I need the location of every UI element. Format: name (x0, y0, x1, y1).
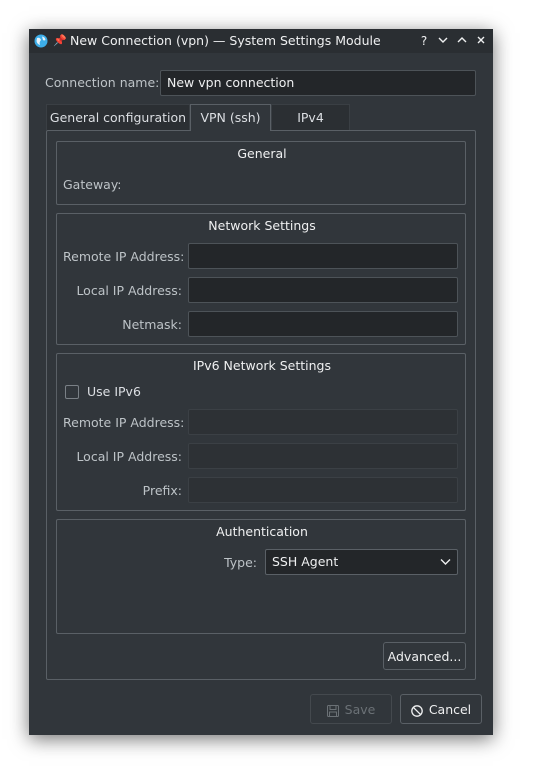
save-icon (326, 704, 339, 717)
advanced-button[interactable]: Advanced... (383, 642, 466, 670)
authentication-group: Authentication Type: SSH Agent (56, 519, 466, 634)
ipv6-prefix-input[interactable] (188, 477, 458, 503)
auth-type-select[interactable]: SSH Agent (265, 549, 458, 575)
ipv6-remote-ip-input[interactable] (188, 409, 458, 435)
close-button[interactable] (473, 33, 489, 49)
help-button[interactable]: ? (416, 33, 432, 49)
chevron-down-icon (438, 37, 448, 43)
general-group-title: General (237, 146, 287, 161)
title-bar[interactable]: 📌 New Connection (vpn) — System Settings… (29, 29, 493, 53)
maximize-button[interactable] (454, 33, 470, 49)
globe-icon (34, 34, 48, 48)
local-ip-input[interactable] (188, 277, 458, 303)
tab-general-configuration[interactable]: General configuration (46, 104, 190, 130)
auth-type-value: SSH Agent (272, 554, 339, 569)
remote-ip-input[interactable] (188, 243, 458, 269)
auth-type-label: Type: (224, 555, 257, 570)
tab-ipv4[interactable]: IPv4 (271, 104, 350, 130)
network-settings-title: Network Settings (208, 218, 316, 233)
ipv6-local-ip-input[interactable] (188, 443, 458, 469)
use-ipv6-label[interactable]: Use IPv6 (87, 384, 141, 399)
cancel-label: Cancel (428, 702, 472, 717)
authentication-title: Authentication (216, 524, 308, 539)
save-button[interactable]: Save (310, 694, 392, 724)
minimize-button[interactable] (435, 33, 451, 49)
ipv6-settings-title: IPv6 Network Settings (193, 358, 331, 373)
close-icon (477, 36, 485, 44)
ipv6-remote-ip-label: Remote IP Address: (63, 415, 185, 430)
ipv6-settings-group: IPv6 Network Settings Use IPv6 Remote IP… (56, 353, 466, 511)
general-group: General Gateway: (56, 141, 466, 205)
save-label: Save (344, 702, 376, 717)
dialog-window: 📌 New Connection (vpn) — System Settings… (29, 29, 493, 735)
local-ip-label: Local IP Address: (76, 283, 182, 298)
gateway-label: Gateway: (63, 177, 122, 192)
netmask-label: Netmask: (122, 317, 182, 332)
chevron-down-icon (440, 559, 451, 565)
use-ipv6-checkbox[interactable] (65, 385, 79, 399)
cancel-button[interactable]: Cancel (400, 694, 482, 724)
tab-vpn-ssh[interactable]: VPN (ssh) (190, 104, 271, 131)
ipv6-local-ip-label: Local IP Address: (76, 449, 182, 464)
window-title: New Connection (vpn) — System Settings M… (70, 33, 381, 48)
remote-ip-label: Remote IP Address: (63, 249, 185, 264)
ipv6-prefix-label: Prefix: (142, 483, 182, 498)
network-settings-group: Network Settings Remote IP Address: Loca… (56, 213, 466, 345)
cancel-icon (410, 704, 423, 717)
pin-icon[interactable]: 📌 (53, 34, 67, 47)
connection-name-label: Connection name: (45, 75, 160, 90)
chevron-up-icon (457, 37, 467, 43)
connection-name-input[interactable]: New vpn connection (160, 70, 476, 96)
netmask-input[interactable] (188, 311, 458, 337)
